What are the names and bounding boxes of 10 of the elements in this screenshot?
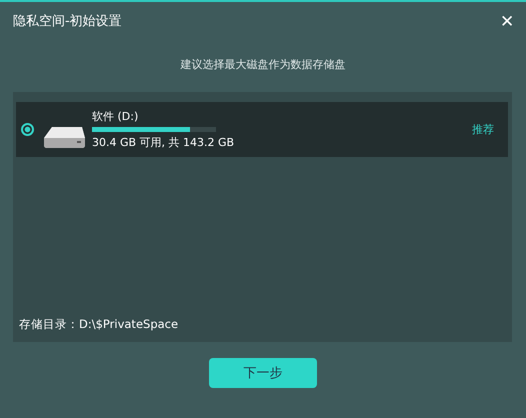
close-button[interactable]: ✕	[496, 10, 518, 32]
next-button[interactable]: 下一步	[209, 358, 317, 388]
drive-row[interactable]: 软件 (D:) 30.4 GB 可用, 共 143.2 GB 推荐	[16, 102, 508, 157]
storage-path: 存储目录：D:\$PrivateSpace	[18, 317, 180, 332]
recommended-label: 推荐	[472, 122, 494, 137]
radio-button[interactable]	[21, 123, 34, 136]
hint-text: 建议选择最大磁盘作为数据存储盘	[180, 57, 346, 72]
drive-capacity: 30.4 GB 可用, 共 143.2 GB	[92, 135, 236, 150]
drive-name: 软件 (D:)	[92, 109, 140, 124]
window-title: 隐私空间-初始设置	[13, 13, 122, 30]
